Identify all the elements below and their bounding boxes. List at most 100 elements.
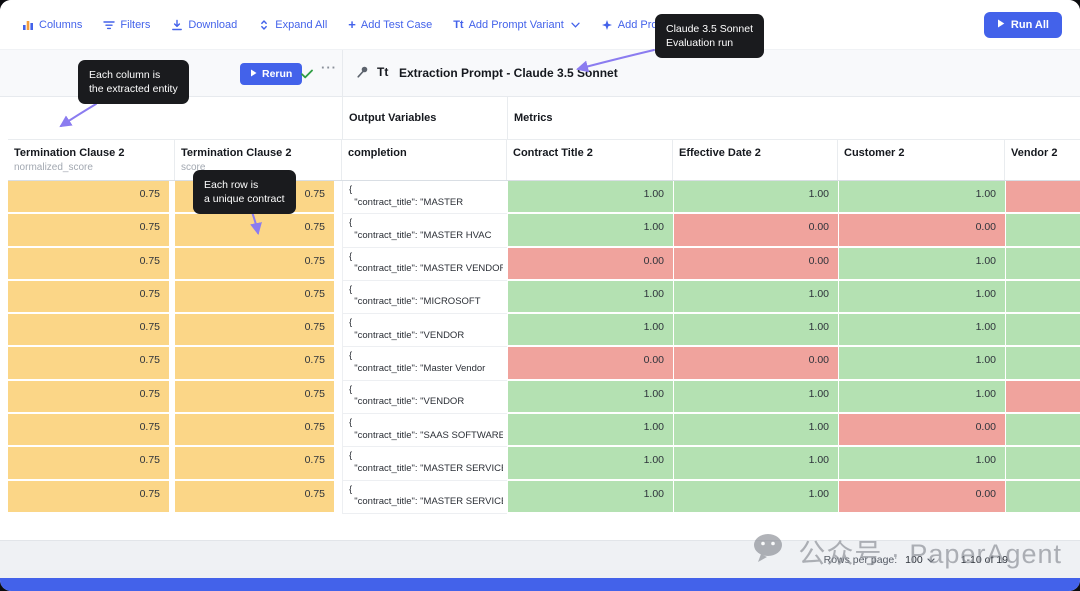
toolbar-add-prompt-variant-label: Add Prompt Variant <box>468 18 564 31</box>
completion-cell[interactable]: { "contract_title": "Master Vendor <box>342 347 507 381</box>
run-all-button[interactable]: Run All <box>983 11 1062 38</box>
score-cell[interactable]: 0.75 <box>175 347 342 381</box>
completion-cell[interactable]: { "contract_title": "VENDOR <box>342 380 507 415</box>
vendor-cell[interactable] <box>1005 414 1080 448</box>
vendor-cell[interactable] <box>1005 214 1080 248</box>
effective-date-cell[interactable]: 0.00 <box>673 214 838 248</box>
contract-title-cell[interactable]: 1.00 <box>507 214 673 248</box>
customer-cell[interactable]: 0.00 <box>838 480 1005 514</box>
vendor-cell[interactable] <box>1005 347 1080 381</box>
vendor-cell[interactable] <box>1005 280 1080 315</box>
effective-date-cell[interactable]: 0.00 <box>673 247 838 281</box>
contract-title-cell[interactable]: 1.00 <box>507 447 673 481</box>
toolbar-download-button[interactable]: Download <box>171 19 237 31</box>
normalized-score-cell[interactable]: 0.75 <box>8 181 175 215</box>
column-header-customer[interactable]: Customer 2 <box>838 140 1005 180</box>
vendor-cell[interactable] <box>1005 181 1080 215</box>
customer-cell[interactable]: 1.00 <box>838 314 1005 348</box>
customer-cell[interactable]: 0.00 <box>838 214 1005 248</box>
toolbar-columns-button[interactable]: Columns <box>22 19 82 31</box>
column-header-completion[interactable]: completion <box>342 140 507 180</box>
vendor-cell[interactable] <box>1005 480 1080 514</box>
normalized-score-cell[interactable]: 0.75 <box>8 380 175 415</box>
completion-cell[interactable]: { "contract_title": "MASTER SERVICES <box>342 447 507 481</box>
contract-title-cell[interactable]: 1.00 <box>507 280 673 315</box>
contract-title-cell[interactable]: 0.00 <box>507 247 673 281</box>
score-cell[interactable]: 0.75 <box>175 480 342 514</box>
vendor-cell[interactable] <box>1005 447 1080 481</box>
normalized-score-cell[interactable]: 0.75 <box>8 247 175 281</box>
run-all-label: Run All <box>1010 18 1049 31</box>
normalized-score-cell[interactable]: 0.75 <box>8 414 175 448</box>
contract-title-cell[interactable]: 1.00 <box>507 181 673 215</box>
more-options-button[interactable]: ··· <box>321 60 337 75</box>
normalized-score-cell[interactable]: 0.75 <box>8 447 175 481</box>
score-cell[interactable]: 0.75 <box>175 247 342 281</box>
customer-cell[interactable]: 1.00 <box>838 247 1005 281</box>
effective-date-cell[interactable]: 1.00 <box>673 314 838 348</box>
completion-line: "contract_title": "SAAS SOFTWARE <box>349 429 503 441</box>
customer-cell[interactable]: 1.00 <box>838 447 1005 481</box>
toolbar-add-prompt-variant-button[interactable]: Tt Add Prompt Variant <box>453 19 580 31</box>
evaluation-table: Output Variables Metrics Termination Cla… <box>8 97 1080 514</box>
column-header-vendor[interactable]: Vendor 2 <box>1005 140 1080 180</box>
contract-title-cell[interactable]: 1.00 <box>507 380 673 415</box>
completion-line: "contract_title": "MASTER SERVICES <box>349 462 503 474</box>
pin-icon[interactable] <box>356 65 370 84</box>
customer-cell[interactable]: 1.00 <box>838 380 1005 415</box>
rerun-button[interactable]: Rerun <box>240 63 303 85</box>
effective-date-cell[interactable]: 1.00 <box>673 447 838 481</box>
toolbar-expand-all-button[interactable]: Expand All <box>258 19 327 31</box>
normalized-score-cell[interactable]: 0.75 <box>8 214 175 248</box>
effective-date-cell[interactable]: 1.00 <box>673 181 838 215</box>
normalized-score-cell[interactable]: 0.75 <box>8 480 175 514</box>
column-header-effective-date[interactable]: Effective Date 2 <box>673 140 838 180</box>
group-header-output-variables-label: Output Variables <box>349 112 437 124</box>
customer-cell[interactable]: 1.00 <box>838 347 1005 381</box>
completion-cell[interactable]: { "contract_title": "SAAS SOFTWARE <box>342 414 507 448</box>
toolbar-expand-all-label: Expand All <box>275 18 328 31</box>
score-cell[interactable]: 0.75 <box>175 447 342 481</box>
effective-date-cell[interactable]: 1.00 <box>673 280 838 315</box>
normalized-score-cell[interactable]: 0.75 <box>8 314 175 348</box>
normalized-score-cell[interactable]: 0.75 <box>8 347 175 381</box>
vendor-cell[interactable] <box>1005 314 1080 348</box>
customer-cell[interactable]: 1.00 <box>838 280 1005 315</box>
normalized-score-cell[interactable]: 0.75 <box>8 280 175 315</box>
completion-cell[interactable]: { "contract_title": "MASTER VENDOR <box>342 247 507 281</box>
contract-title-cell[interactable]: 1.00 <box>507 414 673 448</box>
contract-title-cell[interactable]: 0.00 <box>507 347 673 381</box>
completion-cell[interactable]: { "contract_title": "VENDOR <box>342 314 507 348</box>
score-cell[interactable]: 0.75 <box>175 414 342 448</box>
customer-cell[interactable]: 1.00 <box>838 181 1005 215</box>
toolbar-filters-button[interactable]: Filters <box>103 19 150 31</box>
score-cell[interactable]: 0.75 <box>175 314 342 348</box>
effective-date-cell[interactable]: 1.00 <box>673 414 838 448</box>
column-subtitle: normalized_score <box>14 162 93 173</box>
contract-title-cell[interactable]: 1.00 <box>507 480 673 514</box>
score-cell[interactable]: 0.75 <box>175 214 342 248</box>
group-header-metrics-label: Metrics <box>514 112 553 124</box>
effective-date-cell[interactable]: 1.00 <box>673 380 838 415</box>
completion-line: { <box>349 217 353 229</box>
effective-date-cell[interactable]: 0.00 <box>673 347 838 381</box>
completion-cell[interactable]: { "contract_title": "MICROSOFT <box>342 280 507 315</box>
score-cell[interactable]: 0.75 <box>175 380 342 415</box>
toolbar-add-test-case-button[interactable]: + Add Test Case <box>348 18 432 31</box>
effective-date-cell[interactable]: 1.00 <box>673 480 838 514</box>
completion-cell[interactable]: { "contract_title": "MASTER <box>342 181 507 215</box>
table-row: 0.75 0.75{ "contract_title": "MASTER SERV… <box>8 447 1080 481</box>
contract-title-cell[interactable]: 1.00 <box>507 314 673 348</box>
check-icon[interactable] <box>301 66 313 84</box>
table-row: 0.75 0.75{ "contract_title": "VENDOR 1.00 1… <box>8 380 1080 415</box>
vendor-cell[interactable] <box>1005 380 1080 415</box>
vendor-cell[interactable] <box>1005 247 1080 281</box>
completion-cell[interactable]: { "contract_title": "MASTER HVAC <box>342 214 507 248</box>
customer-cell[interactable]: 0.00 <box>838 414 1005 448</box>
column-header-contract-title[interactable]: Contract Title 2 <box>507 140 673 180</box>
completion-cell[interactable]: { "contract_title": "MASTER SERVICES <box>342 480 507 514</box>
completion-line: "contract_title": "MASTER SERVICES <box>349 496 503 508</box>
score-cell[interactable]: 0.75 <box>175 280 342 315</box>
column-header-termination-normalized-score[interactable]: Termination Clause 2 normalized_score <box>8 140 175 180</box>
tooltip-column-annotation: Each column is the extracted entity <box>78 60 189 104</box>
